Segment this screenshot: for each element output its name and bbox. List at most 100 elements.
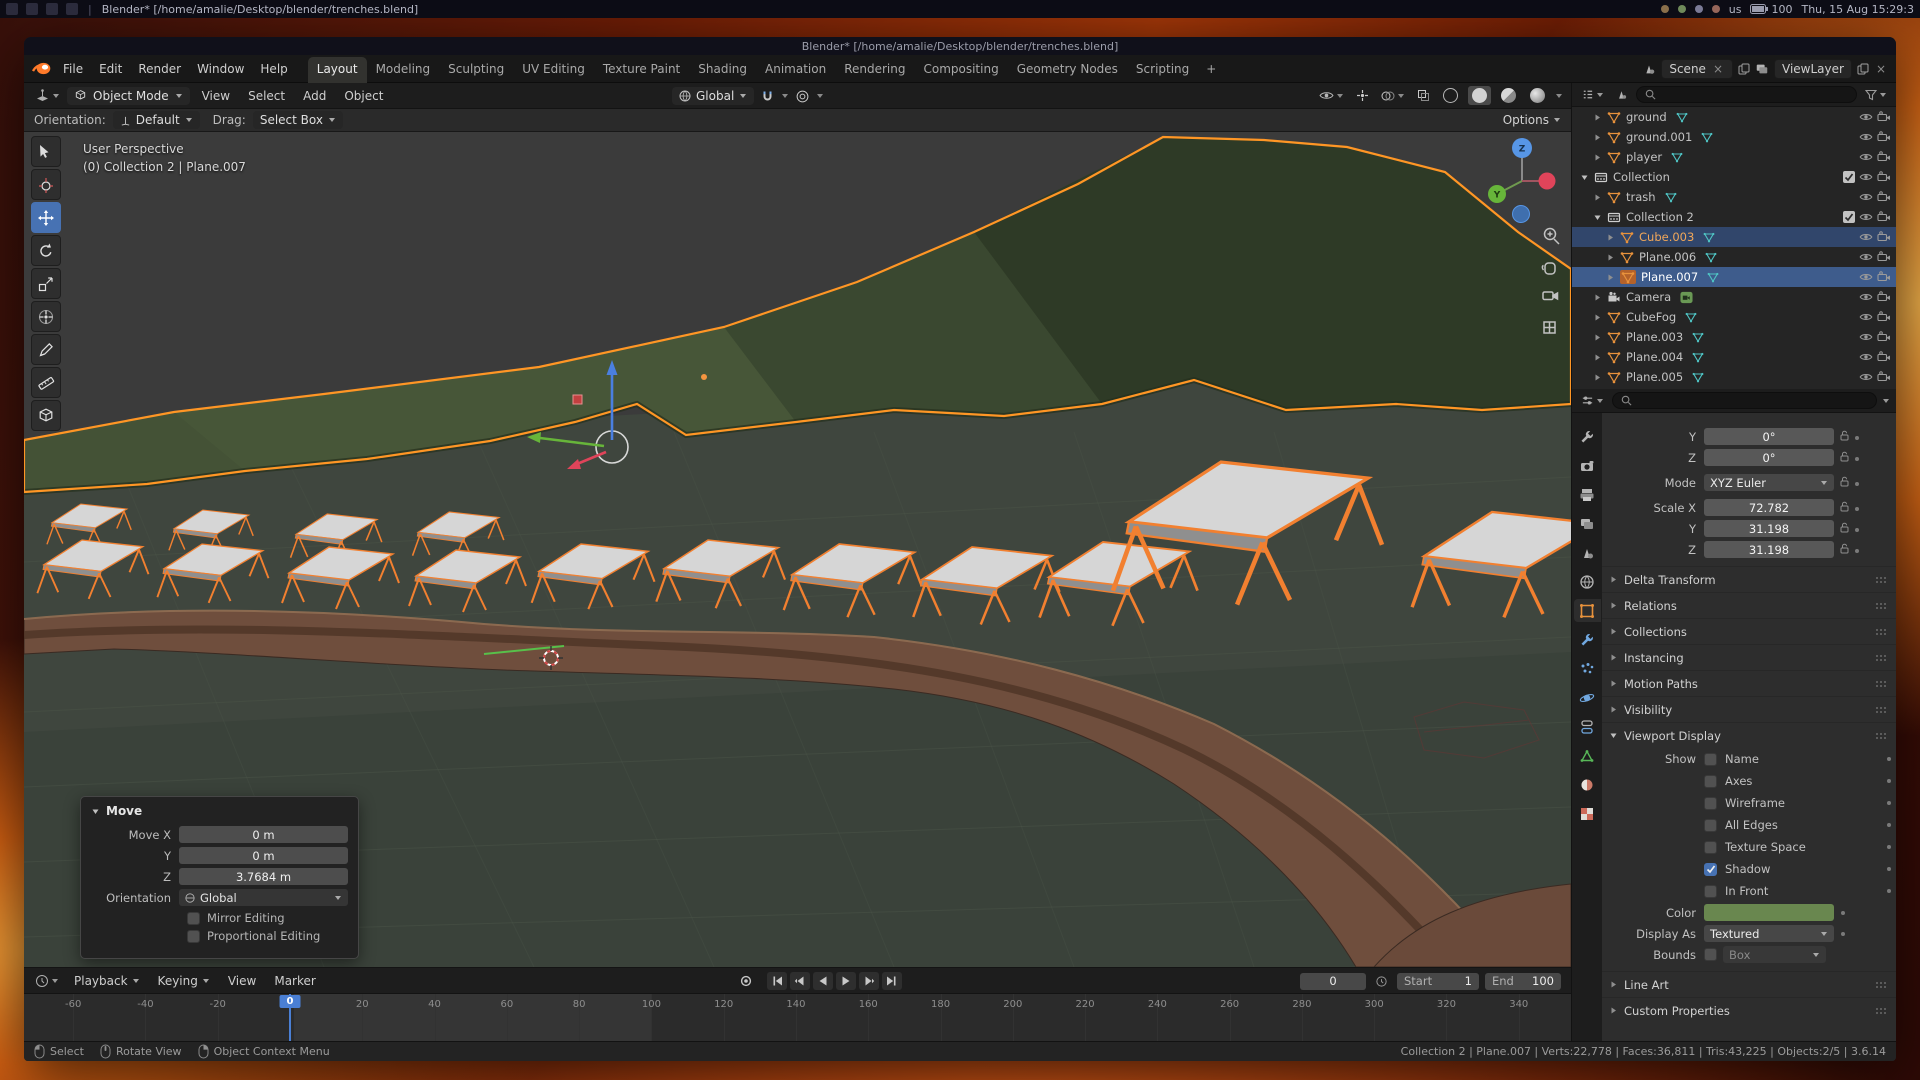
grip-icon[interactable] [1875,651,1887,665]
animate-dot-icon[interactable] [1886,800,1892,806]
disable-in-renders-toggle[interactable] [1877,130,1891,144]
properties-tab-view-layer[interactable] [1574,512,1601,535]
tray-icon[interactable] [1678,5,1686,13]
animate-dot-icon[interactable] [1886,756,1892,762]
viewport-menu-object[interactable]: Object [336,86,391,106]
properties-tab-texture[interactable] [1574,802,1601,825]
section-delta-transform[interactable]: Delta Transform [1602,566,1896,592]
animate-dot-icon[interactable] [1840,931,1846,937]
tool-scale[interactable] [31,268,61,299]
lock-icon[interactable] [1840,451,1849,465]
editor-type-button[interactable] [32,86,63,105]
expand-icon[interactable] [1592,313,1603,322]
timeline-menu-marker[interactable]: Marker [266,971,323,991]
number-field-z[interactable]: 0° [1704,449,1834,466]
move-panel-header[interactable]: Move [91,804,348,818]
hide-in-viewport-toggle[interactable] [1859,290,1873,304]
grip-icon[interactable] [1875,1004,1887,1018]
outliner-row-player[interactable]: player [1572,147,1896,167]
disable-in-renders-toggle[interactable] [1877,190,1891,204]
properties-tab-output[interactable] [1574,483,1601,506]
collapse-icon[interactable] [1592,213,1603,222]
hide-in-viewport-toggle[interactable] [1859,210,1873,224]
checkbox-proportional-editing[interactable] [187,930,200,943]
expand-icon[interactable] [1592,133,1603,142]
properties-tab-particles[interactable] [1574,657,1601,680]
keyboard-layout-indicator[interactable]: us [1729,3,1742,16]
display-as-dropdown[interactable]: Textured [1704,925,1834,942]
object-color-swatch[interactable] [1704,904,1834,921]
hide-in-viewport-toggle[interactable] [1859,170,1873,184]
section-viewport-display[interactable]: Viewport Display [1602,722,1896,748]
new-scene-icon[interactable] [1738,63,1750,75]
taskbar-app-icon[interactable] [6,3,18,15]
hide-in-viewport-toggle[interactable] [1859,110,1873,124]
section-line-art[interactable]: Line Art [1602,971,1896,997]
properties-tab-modifiers[interactable] [1574,628,1601,651]
gizmo-neg-z-ball[interactable] [1513,206,1530,223]
outliner-row-trash[interactable]: trash [1572,187,1896,207]
scene-selector[interactable]: Scene × [1661,59,1733,79]
options-button[interactable]: Options [1503,113,1561,127]
bounds-dropdown[interactable]: Box [1723,946,1826,963]
checkbox-mirror-editing[interactable] [187,912,200,925]
section-visibility[interactable]: Visibility [1602,696,1896,722]
outliner-row-collection[interactable]: Collection [1572,167,1896,187]
filter-funnel-icon[interactable] [1862,87,1890,103]
number-field-z[interactable]: 31.198 [1704,541,1834,558]
section-relations[interactable]: Relations [1602,592,1896,618]
menu-render[interactable]: Render [130,59,189,79]
expand-icon[interactable] [1592,113,1603,122]
menu-file[interactable]: File [55,59,91,79]
tool-cursor[interactable] [31,169,61,200]
window-titlebar[interactable]: Blender* [/home/amalie/Desktop/blender/t… [24,37,1896,55]
disable-in-renders-toggle[interactable] [1877,250,1891,264]
outliner-row-plane-003[interactable]: Plane.003 [1572,327,1896,347]
gizmo-x-ball[interactable] [1539,173,1556,190]
tool-add-cube[interactable] [31,400,61,431]
lock-icon[interactable] [1840,430,1849,444]
hide-in-viewport-toggle[interactable] [1859,150,1873,164]
grip-icon[interactable] [1875,625,1887,639]
dropdown-mode[interactable]: XYZ Euler [1704,474,1834,491]
section-custom-properties[interactable]: Custom Properties [1602,997,1896,1023]
unlink-scene-icon[interactable]: × [1711,62,1725,76]
expand-icon[interactable] [1605,273,1616,282]
timeline-menu-keying[interactable]: Keying [150,971,218,991]
disable-in-renders-toggle[interactable] [1877,310,1891,324]
expand-icon[interactable] [1605,233,1616,242]
timeline-ruler[interactable]: -60-40-200204060801001201401601802002202… [24,994,1571,1041]
properties-tab-object[interactable] [1574,599,1601,622]
hide-in-viewport-toggle[interactable] [1859,130,1873,144]
grip-icon[interactable] [1875,978,1887,992]
hide-in-viewport-toggle[interactable] [1859,310,1873,324]
workspace-tab-geometry-nodes[interactable]: Geometry Nodes [1008,57,1127,83]
menu-window[interactable]: Window [189,59,252,79]
lock-icon[interactable] [1840,522,1849,536]
auto-keying-button[interactable] [736,972,756,990]
tool-rotate[interactable] [31,235,61,266]
disable-in-renders-toggle[interactable] [1877,330,1891,344]
tool-transform[interactable] [31,301,61,332]
disable-in-renders-toggle[interactable] [1877,150,1891,164]
expand-icon[interactable] [1592,333,1603,342]
collection-exclude-checkbox[interactable] [1843,211,1855,223]
checkbox-wireframe[interactable] [1704,797,1717,810]
workspace-tab-shading[interactable]: Shading [689,57,756,83]
properties-tab-constraints[interactable] [1574,715,1601,738]
jump-to-end-button[interactable] [882,972,902,990]
lock-icon[interactable] [1840,501,1849,515]
preview-range-toggle[interactable] [1372,973,1391,990]
properties-tab-physics[interactable] [1574,686,1601,709]
grip-icon[interactable] [1875,599,1887,613]
checkbox-texture-space[interactable] [1704,841,1717,854]
current-frame-field[interactable]: 0 [1300,973,1366,990]
taskbar-app-icon[interactable] [66,3,78,15]
viewport-menu-select[interactable]: Select [240,86,293,106]
snap-toggle[interactable] [758,88,777,105]
bounds-checkbox[interactable] [1704,948,1717,961]
snapping-dropdown[interactable] [781,93,789,99]
animate-dot-icon[interactable] [1886,866,1892,872]
properties-editor-type-button[interactable] [1578,392,1607,409]
properties-tab-render[interactable] [1574,454,1601,477]
